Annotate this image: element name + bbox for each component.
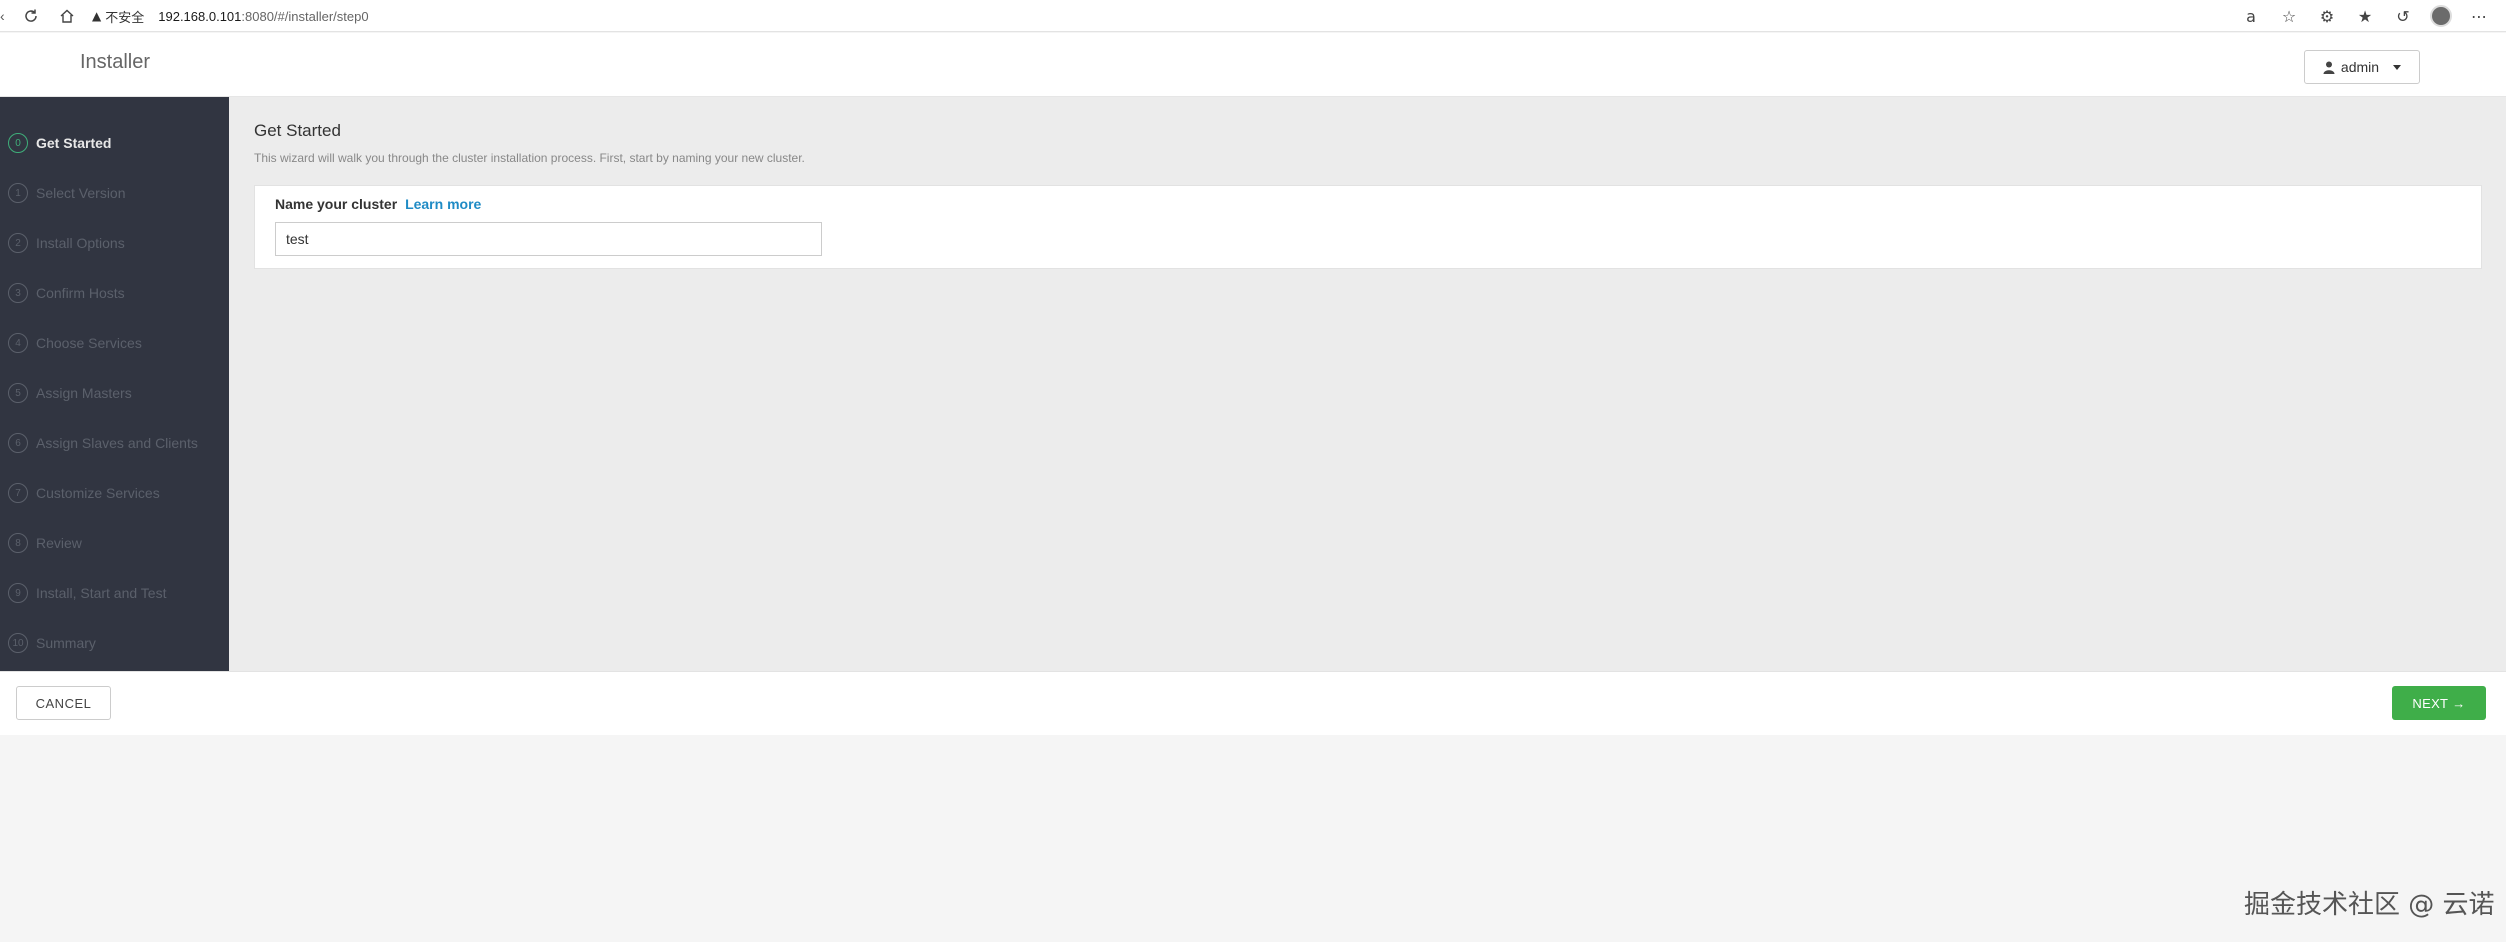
cluster-name-label-row: Name your cluster Learn more xyxy=(275,196,481,212)
user-icon xyxy=(2323,61,2335,74)
step-number: 2 xyxy=(8,233,28,253)
step-number: 7 xyxy=(8,483,28,503)
next-button-label: NEXT xyxy=(2412,695,2449,711)
cancel-button[interactable]: CANCEL xyxy=(16,686,111,720)
security-indicator[interactable]: ▲ 不安全 xyxy=(92,7,144,26)
step-get-started[interactable]: 0 Get Started xyxy=(8,132,111,154)
step-label: Confirm Hosts xyxy=(36,285,125,301)
step-number: 1 xyxy=(8,183,28,203)
warning-icon: ▲ xyxy=(92,9,102,23)
step-number: 4 xyxy=(8,333,28,353)
step-label: Install, Start and Test xyxy=(36,585,167,601)
step-number: 3 xyxy=(8,283,28,303)
app-title: Installer xyxy=(80,51,151,73)
step-label: Assign Slaves and Clients xyxy=(36,435,198,451)
step-label: Choose Services xyxy=(36,335,142,351)
step-number: 0 xyxy=(8,133,28,153)
learn-more-link[interactable]: Learn more xyxy=(405,196,481,212)
wizard-steps-sidebar: 0 Get Started 1 Select Version 2 Install… xyxy=(0,97,229,671)
chevron-down-icon xyxy=(2393,64,2402,70)
step-install-options[interactable]: 2 Install Options xyxy=(8,232,125,254)
step-label: Summary xyxy=(36,635,96,651)
page-title: Get Started xyxy=(254,121,341,140)
cluster-name-input[interactable] xyxy=(275,222,822,256)
step-install-start-test[interactable]: 9 Install, Start and Test xyxy=(8,582,166,604)
reload-icon[interactable] xyxy=(16,1,46,31)
next-button[interactable]: NEXT → xyxy=(2392,686,2486,720)
step-assign-slaves-clients[interactable]: 6 Assign Slaves and Clients xyxy=(8,432,198,454)
back-icon[interactable]: ‹ xyxy=(0,8,6,24)
cluster-name-label: Name your cluster xyxy=(275,196,398,212)
arrow-right-icon: → xyxy=(2452,695,2466,711)
step-summary[interactable]: 10 Summary xyxy=(8,632,96,654)
step-number: 6 xyxy=(8,433,28,453)
user-menu-button[interactable]: admin xyxy=(2304,50,2420,84)
step-label: Get Started xyxy=(36,135,112,151)
step-choose-services[interactable]: 4 Choose Services xyxy=(8,332,142,354)
wizard-footer: CANCEL NEXT → xyxy=(0,671,2506,735)
favorites-list-icon[interactable]: ★ xyxy=(2352,3,2378,29)
step-number: 5 xyxy=(8,383,28,403)
cluster-name-panel: Name your cluster Learn more xyxy=(254,185,2482,269)
step-assign-masters[interactable]: 5 Assign Masters xyxy=(8,382,132,404)
step-label: Review xyxy=(36,535,82,551)
favorite-star-icon[interactable]: ☆ xyxy=(2276,3,2302,29)
step-number: 8 xyxy=(8,533,28,553)
main-content: Get Started This wizard will walk you th… xyxy=(229,97,2506,671)
step-confirm-hosts[interactable]: 3 Confirm Hosts xyxy=(8,282,125,304)
home-icon[interactable] xyxy=(52,1,82,31)
url-path: :8080/#/installer/step0 xyxy=(241,8,369,24)
step-customize-services[interactable]: 7 Customize Services xyxy=(8,482,160,504)
user-name: admin xyxy=(2340,59,2380,75)
read-aloud-icon[interactable]: a xyxy=(2238,3,2264,29)
url-host: 192.168.0.101 xyxy=(158,8,242,24)
profile-avatar-icon[interactable] xyxy=(2428,3,2454,29)
step-label: Select Version xyxy=(36,185,126,201)
step-select-version[interactable]: 1 Select Version xyxy=(8,182,126,204)
more-menu-icon[interactable]: ⋯ xyxy=(2466,3,2492,29)
step-label: Assign Masters xyxy=(36,385,132,401)
history-icon[interactable]: ↺ xyxy=(2390,3,2416,29)
browser-actions: a ☆ ⚙ ★ ↺ ⋯ xyxy=(2238,0,2506,32)
security-label: 不安全 xyxy=(105,10,145,26)
extensions-icon[interactable]: ⚙ xyxy=(2314,3,2340,29)
page-description: This wizard will walk you through the cl… xyxy=(254,151,805,165)
address-bar[interactable]: ▲ 不安全 192.168.0.101 :8080/#/installer/st… xyxy=(92,3,2212,29)
step-review[interactable]: 8 Review xyxy=(8,532,82,554)
step-number: 9 xyxy=(8,583,28,603)
step-label: Install Options xyxy=(36,235,125,251)
step-number: 10 xyxy=(8,633,28,653)
browser-toolbar: ‹ ▲ 不安全 192.168.0.101 :8080/#/installer/… xyxy=(0,0,2506,32)
watermark: 掘金技术社区 @ 云诺 xyxy=(2244,890,2495,920)
app-header: Installer admin xyxy=(0,33,2506,97)
step-label: Customize Services xyxy=(36,485,160,501)
